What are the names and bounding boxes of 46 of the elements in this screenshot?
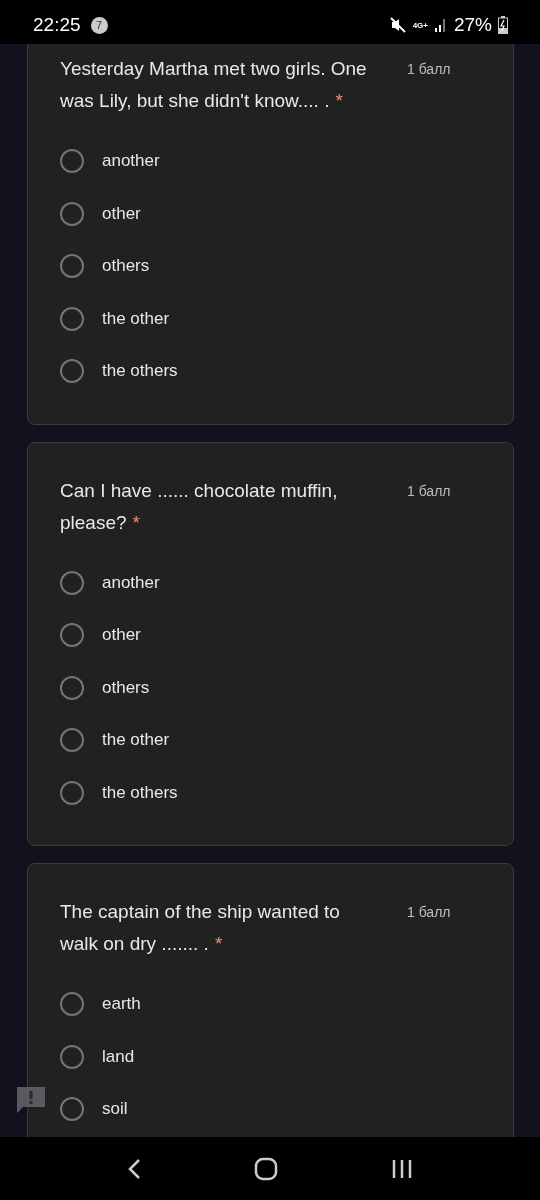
feedback-icon[interactable] (17, 1087, 45, 1113)
option-label: others (102, 677, 150, 698)
radio-button[interactable] (60, 149, 84, 174)
required-asterisk: * (214, 933, 223, 954)
radio-button[interactable] (60, 1097, 84, 1122)
option-label: earth (102, 994, 141, 1015)
option-label: others (102, 256, 150, 277)
mute-icon (388, 16, 407, 34)
radio-button[interactable] (60, 570, 84, 595)
option-label: other (102, 625, 141, 646)
question-text: Can I have ...... chocolate muffin, please? * (60, 478, 339, 535)
points-label: 1 балл (407, 481, 452, 501)
radio-button[interactable] (60, 675, 84, 700)
radio-button[interactable] (60, 780, 84, 805)
question-text: The captain of the ship wanted to walk on dry ....... . * (60, 900, 341, 956)
points-label: 1 балл (407, 903, 452, 922)
network-type: 4G+ (412, 20, 428, 30)
radio-button[interactable] (60, 728, 84, 753)
option-label: another (102, 572, 160, 593)
option-label: the other (102, 730, 170, 751)
option-label: land (102, 1046, 135, 1067)
radio-button[interactable] (60, 306, 84, 331)
required-asterisk: * (132, 511, 140, 533)
radio-button[interactable] (60, 201, 84, 226)
option-label: the other (102, 308, 170, 329)
question-text: Yesterday Martha met two girls. One was Lily, but she didn't know.... . * (60, 57, 368, 113)
required-asterisk: * (335, 90, 343, 111)
points-label: 1 балл (407, 60, 452, 79)
radio-button[interactable] (60, 254, 84, 279)
battery-percent: 27% (453, 14, 492, 36)
back-icon[interactable] (126, 1157, 141, 1180)
signal-icon (433, 17, 448, 33)
radio-button[interactable] (60, 623, 84, 648)
radio-button[interactable] (60, 992, 84, 1017)
recents-icon[interactable] (391, 1157, 414, 1180)
radio-button[interactable] (60, 359, 84, 384)
option-label: another (102, 151, 160, 172)
option-label: the others (102, 782, 178, 803)
battery-icon (498, 16, 508, 34)
option-label: other (102, 203, 141, 224)
home-icon[interactable] (254, 1156, 278, 1181)
radio-button[interactable] (60, 1044, 84, 1069)
status-time: 22:25 (33, 14, 81, 36)
notification-count: 7 (90, 16, 108, 34)
option-label: the others (102, 361, 178, 382)
option-label: soil (102, 1099, 128, 1120)
